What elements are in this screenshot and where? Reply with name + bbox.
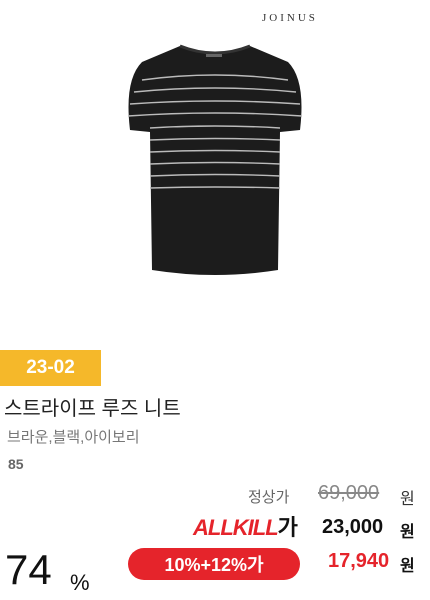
review-count: 85 [8,456,24,472]
regular-price: 69,000 [318,482,380,504]
color-options: 브라운,블랙,아이보리 [7,429,140,446]
brand-logo: JOINUS [262,12,318,24]
discount-rate-unit: % [70,570,90,595]
final-price: 17,940 [328,550,390,572]
allkill-price-label: ALLKILL가 [193,510,298,542]
knit-top-body [128,46,302,275]
regular-price-unit: 원 [400,491,415,508]
coupon-badge[interactable]: 10%+12%가 [128,548,300,580]
final-price-unit: 원 [400,558,415,575]
product-image[interactable] [110,40,320,285]
allkill-price-unit: 원 [400,524,415,541]
regular-price-label: 정상가 [248,489,290,506]
product-name[interactable]: 스트라이프 루즈 니트 [4,392,181,421]
product-code-badge: 23-02 [0,350,101,386]
allkill-label-main: ALLKILL [193,515,279,540]
allkill-label-suffix: 가 [277,515,298,540]
discount-rate: 74 [5,546,52,593]
allkill-price: 23,000 [322,516,384,538]
